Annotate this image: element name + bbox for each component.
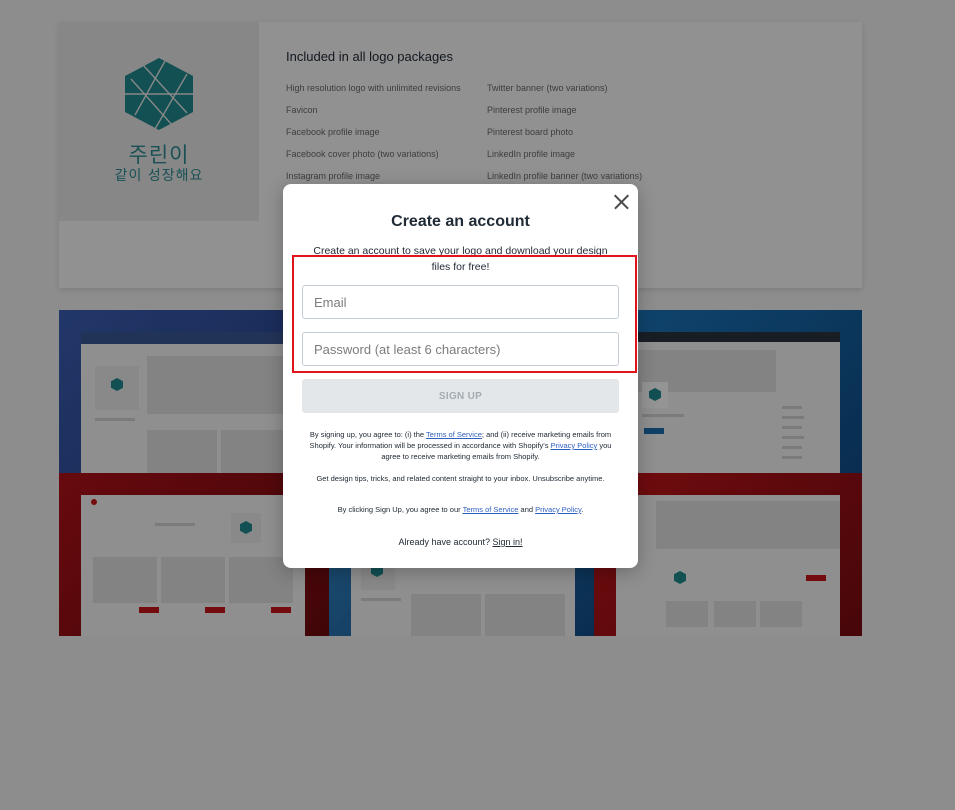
close-icon[interactable] (611, 192, 631, 212)
create-account-modal: Create an account Create an account to s… (283, 184, 638, 568)
terms-of-service-link[interactable]: Terms of Service (426, 430, 482, 439)
sign-in-prompt: Already have account? Sign in! (398, 537, 523, 547)
signup-agreement-text: By clicking Sign Up, you agree to our Te… (337, 505, 584, 514)
modal-subtitle: Create an account to save your logo and … (313, 245, 608, 273)
sign-up-button[interactable]: SIGN UP (302, 379, 619, 413)
privacy-policy-link[interactable]: Privacy Policy (535, 505, 581, 514)
privacy-policy-link[interactable]: Privacy Policy (551, 441, 598, 450)
design-tips-text: Get design tips, tricks, and related con… (316, 474, 605, 483)
password-field[interactable] (302, 332, 619, 366)
modal-title: Create an account (391, 213, 530, 230)
legal-consent-text: By signing up, you agree to: (i) the Ter… (309, 430, 612, 461)
email-field[interactable] (302, 285, 619, 319)
terms-of-service-link[interactable]: Terms of Service (463, 505, 519, 514)
sign-in-link[interactable]: Sign in! (493, 537, 523, 547)
